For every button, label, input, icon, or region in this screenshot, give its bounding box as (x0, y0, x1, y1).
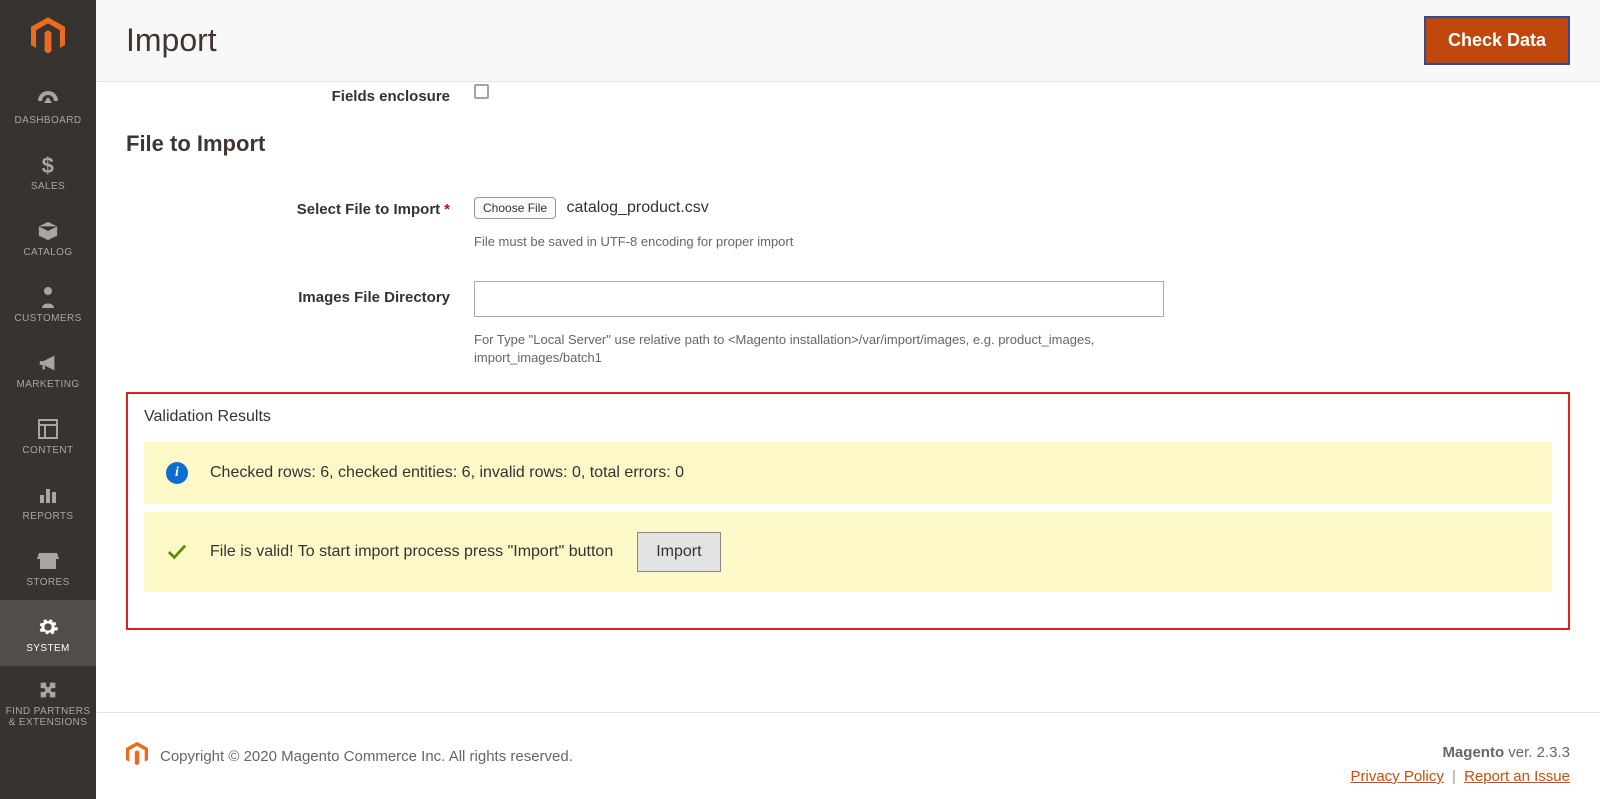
sidebar-item-label: CONTENT (22, 445, 73, 456)
validation-success-message: File is valid! To start import process p… (144, 512, 1552, 592)
sidebar-item-sales[interactable]: $ SALES (0, 138, 96, 204)
validation-results-heading: Validation Results (144, 408, 1552, 426)
import-button[interactable]: Import (637, 532, 720, 572)
validation-results-panel: Validation Results i Checked rows: 6, ch… (126, 392, 1570, 630)
magento-footer-logo (126, 741, 148, 771)
sidebar-item-reports[interactable]: REPORTS (0, 468, 96, 534)
validation-info-message: i Checked rows: 6, checked entities: 6, … (144, 442, 1552, 504)
product-name: Magento (1442, 744, 1504, 761)
check-data-button[interactable]: Check Data (1424, 16, 1570, 65)
file-encoding-note: File must be saved in UTF-8 encoding for… (474, 233, 1174, 251)
fields-enclosure-checkbox[interactable] (474, 84, 489, 99)
version-number: 2.3.3 (1537, 744, 1570, 761)
checkmark-icon (166, 541, 188, 563)
sidebar-item-customers[interactable]: CUSTOMERS (0, 270, 96, 336)
fields-enclosure-label: Fields enclosure (126, 84, 474, 105)
bars-icon (34, 483, 62, 507)
sidebar-item-label: STORES (26, 577, 69, 588)
footer-separator: | (1452, 768, 1456, 785)
file-to-import-heading: File to Import (126, 131, 1570, 157)
form-content: Fields enclosure File to Import Select F… (96, 82, 1600, 712)
selected-file-name: catalog_product.csv (566, 199, 708, 216)
select-file-row: Select File to Import* Choose File catal… (126, 197, 1570, 251)
sidebar-item-label: FIND PARTNERS & EXTENSIONS (4, 706, 92, 728)
validation-info-text: Checked rows: 6, checked entities: 6, in… (210, 464, 684, 482)
privacy-policy-link[interactable]: Privacy Policy (1350, 768, 1443, 785)
gauge-icon (34, 87, 62, 111)
version-line: Magento ver. 2.3.3 (1350, 741, 1570, 765)
sidebar-item-label: REPORTS (23, 511, 74, 522)
layout-icon (34, 417, 62, 441)
sidebar-item-label: CUSTOMERS (14, 313, 81, 324)
dollar-icon: $ (34, 153, 62, 177)
page-footer: Copyright © 2020 Magento Commerce Inc. A… (96, 712, 1600, 799)
sidebar-item-system[interactable]: SYSTEM (0, 600, 96, 666)
gear-icon (34, 615, 62, 639)
select-file-label-text: Select File to Import (297, 201, 440, 218)
choose-file-button[interactable]: Choose File (474, 197, 556, 219)
sidebar-item-label: DASHBOARD (15, 115, 82, 126)
version-prefix: ver. (1504, 744, 1537, 761)
sidebar-item-partners[interactable]: FIND PARTNERS & EXTENSIONS (0, 666, 96, 738)
sidebar-item-content[interactable]: CONTENT (0, 402, 96, 468)
sidebar-item-label: MARKETING (16, 379, 79, 390)
images-dir-label: Images File Directory (126, 281, 474, 306)
puzzle-icon (34, 678, 62, 702)
page-header: Import Check Data (96, 0, 1600, 82)
sidebar-item-label: CATALOG (23, 247, 72, 258)
images-dir-note: For Type "Local Server" use relative pat… (474, 331, 1174, 367)
sidebar-item-label: SALES (31, 181, 65, 192)
sidebar-item-catalog[interactable]: CATALOG (0, 204, 96, 270)
images-dir-input[interactable] (474, 281, 1164, 317)
report-issue-link[interactable]: Report an Issue (1464, 768, 1570, 785)
sidebar-item-label: SYSTEM (26, 643, 70, 654)
sidebar-item-stores[interactable]: STORES (0, 534, 96, 600)
required-asterisk: * (444, 201, 450, 218)
copyright-text: Copyright © 2020 Magento Commerce Inc. A… (160, 748, 573, 765)
storefront-icon (34, 549, 62, 573)
main-content: Import Check Data Fields enclosure File … (96, 0, 1600, 799)
select-file-label: Select File to Import* (126, 197, 474, 218)
images-dir-row: Images File Directory For Type "Local Se… (126, 281, 1570, 367)
info-icon: i (166, 462, 188, 484)
admin-sidebar: DASHBOARD $ SALES CATALOG CUSTOMERS MARK… (0, 0, 96, 799)
person-icon (34, 285, 62, 309)
svg-text:$: $ (42, 153, 55, 177)
magento-logo[interactable] (0, 0, 96, 72)
page-title: Import (126, 22, 217, 59)
sidebar-item-dashboard[interactable]: DASHBOARD (0, 72, 96, 138)
box-icon (34, 219, 62, 243)
megaphone-icon (34, 351, 62, 375)
sidebar-item-marketing[interactable]: MARKETING (0, 336, 96, 402)
fields-enclosure-row: Fields enclosure (126, 84, 1570, 105)
validation-success-text: File is valid! To start import process p… (210, 543, 613, 561)
